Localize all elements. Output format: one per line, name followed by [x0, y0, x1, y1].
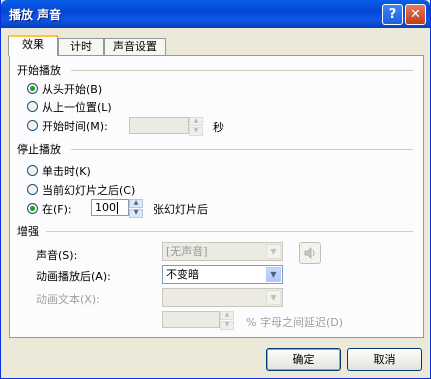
seconds-label: 秒 — [213, 121, 224, 134]
start-time-label[interactable]: 开始时间(M): — [42, 118, 108, 134]
after-animation-label: 动画播放后(A): — [36, 270, 111, 283]
after-current-slide-label[interactable]: 当前幻灯片之后(C) — [42, 182, 135, 198]
title-bar[interactable]: 播放 声音 ? ✕ — [1, 0, 430, 28]
letter-delay-input[interactable] — [162, 311, 220, 328]
enhance-group-divider — [46, 231, 413, 232]
slide-count-value: 100 — [95, 201, 116, 214]
stop-group-label: 停止播放 — [17, 143, 61, 156]
tab-timing[interactable]: 计时 — [58, 38, 104, 55]
radio-after-current-slide[interactable] — [27, 184, 38, 195]
animate-text-select[interactable]: ▼ — [162, 288, 283, 307]
stop-group-divider — [71, 149, 413, 150]
start-group-label: 开始播放 — [17, 64, 61, 77]
slides-after-label: 张幻灯片后 — [153, 203, 208, 216]
letter-delay-label: % 字母之间延迟(D) — [246, 316, 344, 329]
slide-count-input[interactable]: 100 — [91, 199, 129, 216]
speaker-button[interactable] — [299, 242, 321, 264]
slide-count-spinner[interactable]: ▲ ▼ — [129, 199, 143, 218]
on-click-label[interactable]: 单击时(K) — [42, 163, 91, 179]
radio-from-beginning[interactable] — [27, 83, 38, 94]
tab-sound-settings[interactable]: 声音设置 — [104, 38, 166, 55]
chevron-down-icon: ▼ — [266, 244, 281, 259]
radio-start-time[interactable] — [27, 120, 38, 131]
chevron-down-icon: ▼ — [266, 267, 281, 282]
chevron-down-icon: ▼ — [266, 290, 281, 305]
start-time-spinner[interactable]: ▲ ▼ — [189, 117, 203, 136]
after-animation-value: 不变暗 — [166, 268, 199, 281]
sound-select-value: [无声音] — [166, 245, 208, 258]
enhance-group-label: 增强 — [17, 225, 39, 238]
text-caret — [117, 202, 118, 214]
sound-label: 声音(S): — [36, 249, 78, 262]
window-title: 播放 声音 — [9, 8, 62, 22]
tab-effect[interactable]: 效果 — [8, 35, 58, 56]
radio-after-n-slides[interactable] — [27, 203, 38, 214]
start-group-divider — [71, 70, 413, 71]
after-n-slides-label[interactable]: 在(F): — [42, 201, 72, 217]
from-last-position-label[interactable]: 从上一位置(L) — [42, 99, 112, 115]
speaker-icon — [304, 247, 315, 259]
start-time-input[interactable] — [129, 117, 189, 134]
radio-from-last-position[interactable] — [27, 101, 38, 112]
after-animation-select[interactable]: 不变暗 ▼ — [162, 265, 283, 284]
from-beginning-label[interactable]: 从头开始(B) — [42, 81, 102, 97]
dialog-window: 播放 声音 ? ✕ 效果 计时 声音设置 开始播放 从头开始(B) 从上一位置(… — [0, 0, 431, 379]
close-button[interactable]: ✕ — [405, 4, 426, 25]
letter-delay-spinner[interactable]: ▲ ▼ — [220, 311, 234, 330]
help-button[interactable]: ? — [382, 4, 403, 25]
sound-select[interactable]: [无声音] ▼ — [162, 242, 283, 261]
ok-button[interactable]: 确定 — [266, 348, 341, 371]
cancel-button[interactable]: 取消 — [347, 348, 422, 371]
radio-on-click[interactable] — [27, 165, 38, 176]
animate-text-label: 动画文本(X): — [36, 293, 100, 306]
